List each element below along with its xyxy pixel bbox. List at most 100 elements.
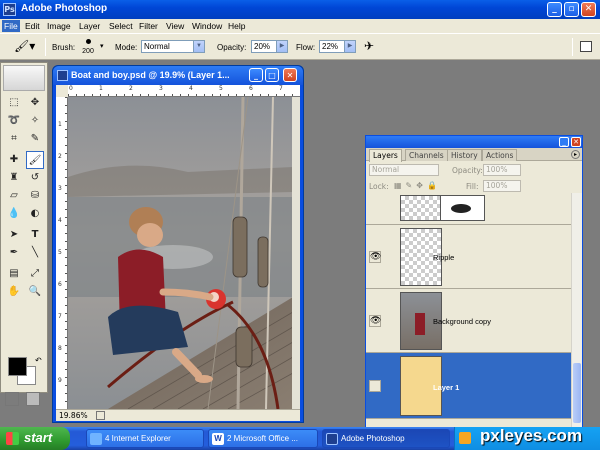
menu-select[interactable]: Select	[109, 21, 133, 31]
opacity-field[interactable]: 20% ▶	[251, 40, 288, 53]
brush-tool-icon[interactable]: 🖌	[26, 151, 44, 169]
pen-tool-icon[interactable]: ✒	[5, 244, 23, 262]
app-title-bar[interactable]: Ps Adobe Photoshop _ ▫ ✕	[0, 0, 600, 19]
tray-app-icon[interactable]	[459, 432, 471, 444]
zoom-tool-icon[interactable]: 🔍	[26, 283, 44, 301]
blend-mode-select[interactable]: Normal	[369, 164, 439, 176]
pxleyes-watermark: pxleyes.com	[480, 426, 583, 445]
menu-bar: File Edit Image Layer Select Filter View…	[0, 19, 600, 33]
healing-brush-tool-icon[interactable]: ✚	[5, 151, 23, 169]
blend-opacity-row: Normal Opacity: 100%	[366, 163, 582, 178]
swap-colors-icon[interactable]: ↶	[35, 356, 42, 365]
layer-row-brush-shape[interactable]	[366, 193, 571, 225]
foreground-color-swatch[interactable]	[8, 357, 27, 376]
adobe-feather-icon[interactable]	[3, 65, 45, 91]
doc-close-button[interactable]: ✕	[283, 68, 297, 82]
document-title-bar[interactable]: Boat and boy.psd @ 19.9% (Layer 1... _ □…	[53, 66, 303, 85]
minimize-button[interactable]: _	[547, 2, 562, 17]
path-selection-tool-icon[interactable]: ➤	[5, 226, 23, 244]
lasso-tool-icon[interactable]: ➰	[5, 112, 23, 130]
document-body: 0 1 2 3 4 5 6 7 1 2 3 4 5 6 7 8 9 19.86%	[56, 85, 300, 421]
brush-dropdown-icon[interactable]: ▾	[100, 42, 104, 50]
paint-bucket-tool-icon[interactable]: ⛁	[26, 187, 44, 205]
taskbar-item-label: 4 Internet Explorer	[105, 434, 171, 443]
flow-field[interactable]: 22% ▶	[319, 40, 356, 53]
airbrush-icon[interactable]: ✈	[364, 39, 374, 53]
mode-label: Mode:	[115, 43, 138, 52]
quick-mask-mode-icon[interactable]	[26, 392, 40, 406]
taskbar-item-photoshop[interactable]: Adobe Photoshop	[322, 429, 450, 448]
image-canvas[interactable]	[68, 97, 293, 409]
menu-file[interactable]: File	[2, 20, 20, 32]
palette-close-button[interactable]: ✕	[571, 137, 581, 147]
palette-menu-icon[interactable]: ▸	[571, 150, 580, 159]
tab-history[interactable]: History	[447, 149, 482, 161]
tab-actions[interactable]: Actions	[482, 149, 518, 161]
mode-select[interactable]: Normal ▼	[141, 40, 205, 53]
opacity-label: Opacity:	[217, 43, 247, 52]
doc-minimize-button[interactable]: _	[249, 68, 263, 82]
layer-row-background-copy[interactable]: 👁 Background copy	[366, 289, 571, 353]
brush-picker[interactable]: 200	[80, 37, 96, 59]
notes-tool-icon[interactable]: ▤	[5, 265, 23, 283]
doc-maximize-button[interactable]: □	[265, 68, 279, 82]
eye-icon[interactable]: 👁	[369, 315, 381, 327]
menu-layer[interactable]: Layer	[79, 21, 100, 31]
menu-view[interactable]: View	[166, 21, 184, 31]
palette-title-bar[interactable]: _ ✕	[366, 136, 582, 148]
menu-help[interactable]: Help	[228, 21, 245, 31]
horizontal-ruler[interactable]: 0 1 2 3 4 5 6 7	[68, 85, 300, 97]
close-button[interactable]: ✕	[581, 2, 596, 17]
marquee-tool-icon[interactable]: ⬚	[5, 94, 23, 112]
layer-opacity-field[interactable]: 100%	[483, 164, 521, 176]
standard-mode-icon[interactable]	[5, 392, 19, 406]
move-tool-icon[interactable]: ✥	[26, 94, 44, 112]
line-tool-icon[interactable]: ╲	[26, 244, 44, 262]
clone-stamp-tool-icon[interactable]: ♜	[5, 169, 23, 187]
palette-well-icon[interactable]	[580, 41, 592, 52]
slice-tool-icon[interactable]: ✎	[26, 130, 44, 148]
photoshop-icon	[326, 433, 338, 445]
document-vertical-scrollbar[interactable]	[292, 97, 300, 409]
tab-channels[interactable]: Channels	[405, 149, 448, 161]
fill-field[interactable]: 100%	[483, 180, 521, 192]
tab-layers[interactable]: Layers	[369, 149, 402, 162]
start-button[interactable]: start	[0, 427, 70, 450]
boy-thumbnail-shape	[415, 313, 425, 335]
blur-tool-icon[interactable]: 💧	[5, 205, 23, 223]
restore-button[interactable]: ▫	[564, 2, 579, 17]
eye-icon[interactable]: 👁	[369, 251, 381, 263]
taskbar-item-microsoft-office[interactable]: W 2 Microsoft Office ...	[208, 429, 318, 448]
taskbar-item-internet-explorer[interactable]: 4 Internet Explorer	[86, 429, 204, 448]
menu-image[interactable]: Image	[47, 21, 71, 31]
eraser-tool-icon[interactable]: ▱	[5, 187, 23, 205]
taskbar-item-label: Adobe Photoshop	[341, 434, 405, 443]
type-tool-icon[interactable]: T	[26, 226, 44, 244]
magic-wand-tool-icon[interactable]: ✧	[26, 112, 44, 130]
hand-tool-icon[interactable]: ✋	[5, 283, 23, 301]
layer-row-layer-1[interactable]: Layer 1	[366, 353, 571, 419]
layers-palette: _ ✕ Layers Channels History Actions ▸ No…	[365, 135, 583, 431]
flow-label: Flow:	[296, 43, 316, 52]
status-menu-icon[interactable]	[96, 411, 105, 420]
lock-icons[interactable]: ▦✎✥🔒	[394, 181, 441, 190]
layer-name: Layer 1	[433, 383, 460, 392]
layer-row-ripple[interactable]: 👁 Ripple	[366, 225, 571, 289]
history-brush-tool-icon[interactable]: ↺	[26, 169, 44, 187]
crop-tool-icon[interactable]: ⌗	[5, 130, 23, 148]
ruler-tick-label: 4	[58, 217, 62, 224]
document-window[interactable]: Boat and boy.psd @ 19.9% (Layer 1... _ □…	[52, 65, 304, 423]
eyedropper-tool-icon[interactable]: ⤢	[26, 265, 44, 283]
visibility-box[interactable]	[369, 380, 381, 392]
layers-scrollbar[interactable]	[571, 193, 582, 431]
menu-edit[interactable]: Edit	[25, 21, 40, 31]
zoom-level[interactable]: 19.86%	[59, 410, 88, 421]
vertical-ruler[interactable]: 1 2 3 4 5 6 7 8 9	[56, 97, 68, 409]
menu-window[interactable]: Window	[192, 21, 222, 31]
dodge-tool-icon[interactable]: ◐	[26, 205, 44, 223]
toolbox: ⬚ ✥ ➰ ✧ ⌗ ✎ ✚ 🖌 ♜ ↺ ▱ ⛁ 💧 ◐ ➤ T ✒ ╲ ▤ ⤢ …	[0, 62, 48, 406]
palette-minimize-button[interactable]: _	[559, 137, 569, 147]
brush-tool-preset-icon[interactable]: 🖌▾	[14, 39, 36, 55]
menu-filter[interactable]: Filter	[139, 21, 158, 31]
scrollbar-thumb[interactable]	[573, 363, 581, 423]
